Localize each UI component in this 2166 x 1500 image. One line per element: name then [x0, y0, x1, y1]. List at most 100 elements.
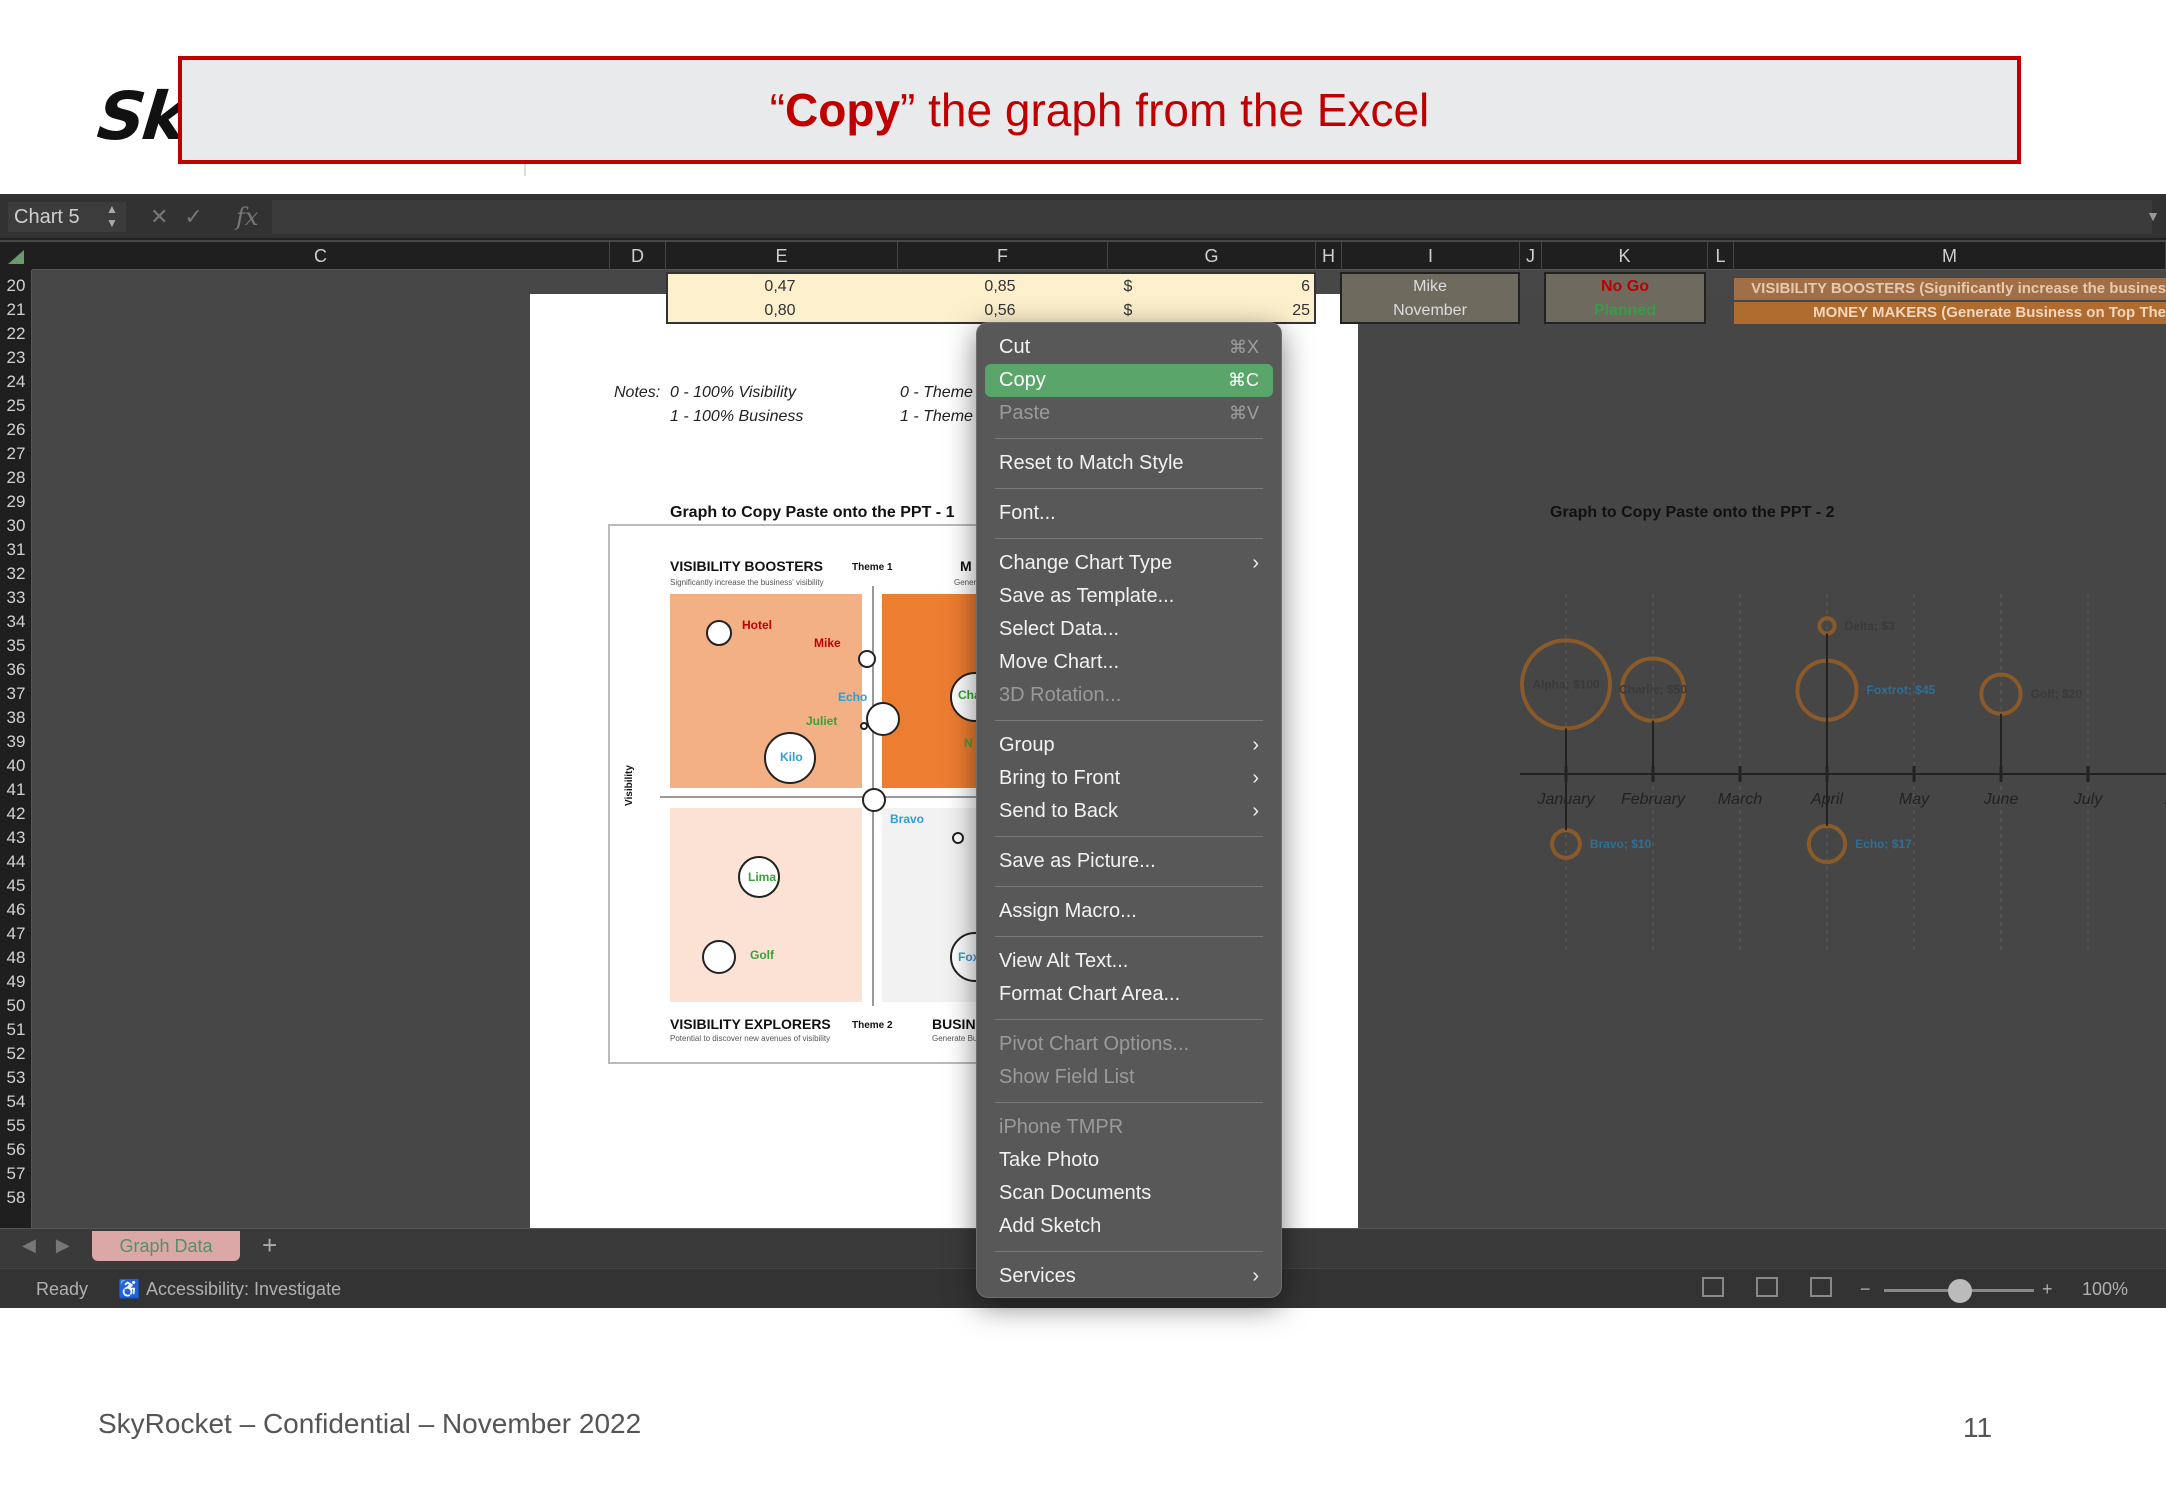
menu-item-take-photo[interactable]: Take Photo	[985, 1144, 1273, 1177]
cell[interactable]: 0,56	[920, 302, 1080, 320]
menu-item-font[interactable]: Font...	[985, 497, 1273, 530]
row-header[interactable]: 49	[0, 970, 32, 994]
row-header[interactable]: 22	[0, 322, 32, 346]
row-header[interactable]: 38	[0, 706, 32, 730]
select-all-corner[interactable]	[0, 242, 32, 270]
formula-cancel-confirm-icons[interactable]: ✕✓	[150, 202, 219, 232]
menu-item-select-data[interactable]: Select Data...	[985, 613, 1273, 646]
row-header[interactable]: 20	[0, 274, 32, 298]
menu-item-assign-macro[interactable]: Assign Macro...	[985, 895, 1273, 928]
row-header[interactable]: 52	[0, 1042, 32, 1066]
zoom-out-icon[interactable]: −	[1860, 1279, 1871, 1300]
menu-item-bring-to-front[interactable]: Bring to Front ›	[985, 762, 1273, 795]
cell[interactable]: 0,85	[920, 278, 1080, 296]
name-box-stepper-icon[interactable]: ▲ ▼	[106, 202, 118, 230]
zoom-in-icon[interactable]: +	[2042, 1279, 2053, 1300]
zoom-slider-knob[interactable]	[1948, 1279, 1972, 1303]
row-header[interactable]: 35	[0, 634, 32, 658]
normal-view-icon[interactable]	[1702, 1277, 1724, 1297]
col-header[interactable]: E	[666, 242, 898, 270]
menu-item-cut[interactable]: Cut ⌘X	[985, 331, 1273, 364]
page-layout-view-icon[interactable]	[1756, 1277, 1778, 1297]
row-header[interactable]: 55	[0, 1114, 32, 1138]
menu-item-save-as-template[interactable]: Save as Template...	[985, 580, 1273, 613]
menu-item-scan-documents[interactable]: Scan Documents	[985, 1177, 1273, 1210]
cell[interactable]: November	[1340, 302, 1520, 320]
row-header[interactable]: 33	[0, 586, 32, 610]
row-header[interactable]: 34	[0, 610, 32, 634]
col-header[interactable]: J	[1520, 242, 1542, 270]
menu-item-view-alt-text[interactable]: View Alt Text...	[985, 945, 1273, 978]
col-header[interactable]: H	[1316, 242, 1342, 270]
row-header[interactable]: 45	[0, 874, 32, 898]
col-header[interactable]: D	[610, 242, 666, 270]
cell[interactable]: 25	[1280, 302, 1310, 320]
quadrant-chart[interactable]: VISIBILITY BOOSTERS Significantly increa…	[608, 524, 1030, 1064]
expand-formula-icon[interactable]: ▼	[2146, 208, 2160, 224]
accessibility-status[interactable]: Accessibility: Investigate	[146, 1279, 341, 1300]
row-header[interactable]: 44	[0, 850, 32, 874]
row-header[interactable]: 21	[0, 298, 32, 322]
col-header[interactable]: L	[1708, 242, 1734, 270]
cell[interactable]: MONEY MAKERS (Generate Business on Top T…	[1740, 304, 2166, 321]
row-header[interactable]: 50	[0, 994, 32, 1018]
accessibility-icon[interactable]: ♿	[118, 1279, 140, 1300]
row-header[interactable]: 42	[0, 802, 32, 826]
col-header[interactable]: K	[1542, 242, 1708, 270]
menu-item-change-chart-type[interactable]: Change Chart Type ›	[985, 547, 1273, 580]
cell[interactable]: $	[1118, 278, 1138, 296]
row-header[interactable]: 24	[0, 370, 32, 394]
cell[interactable]: Planned	[1544, 302, 1706, 320]
sheet-nav-arrows-icon[interactable]: ◀▶	[22, 1235, 90, 1256]
row-header[interactable]: 31	[0, 538, 32, 562]
col-header[interactable]: I	[1342, 242, 1520, 270]
menu-item-reset-to-match-style[interactable]: Reset to Match Style	[985, 447, 1273, 480]
menu-item-add-sketch[interactable]: Add Sketch	[985, 1210, 1273, 1243]
cell[interactable]: $	[1118, 302, 1138, 320]
page-break-view-icon[interactable]	[1810, 1277, 1832, 1297]
formula-input[interactable]	[272, 200, 2152, 234]
add-sheet-icon[interactable]: +	[262, 1229, 277, 1261]
row-header[interactable]: 53	[0, 1066, 32, 1090]
function-icon[interactable]: fx	[236, 202, 258, 232]
row-header[interactable]: 48	[0, 946, 32, 970]
col-header[interactable]: C	[32, 242, 610, 270]
row-header[interactable]: 30	[0, 514, 32, 538]
menu-item-send-to-back[interactable]: Send to Back ›	[985, 795, 1273, 828]
row-header[interactable]: 51	[0, 1018, 32, 1042]
row-header[interactable]: 46	[0, 898, 32, 922]
col-header[interactable]: G	[1108, 242, 1316, 270]
row-header[interactable]: 26	[0, 418, 32, 442]
row-header[interactable]: 39	[0, 730, 32, 754]
timeline-chart[interactable]: JanuaryFebruaryMarchAprilMayJuneJulyAuAl…	[1520, 504, 2166, 964]
cell[interactable]: VISIBILITY BOOSTERS (Significantly incre…	[1740, 280, 2166, 297]
cell[interactable]: 6	[1280, 278, 1310, 296]
col-header[interactable]: M	[1734, 242, 2166, 270]
menu-item-move-chart[interactable]: Move Chart...	[985, 646, 1273, 679]
row-header[interactable]: 58	[0, 1186, 32, 1210]
row-header[interactable]: 36	[0, 658, 32, 682]
row-header[interactable]: 23	[0, 346, 32, 370]
row-header[interactable]: 47	[0, 922, 32, 946]
menu-item-format-chart-area[interactable]: Format Chart Area...	[985, 978, 1273, 1011]
row-header[interactable]: 25	[0, 394, 32, 418]
row-header[interactable]: 37	[0, 682, 32, 706]
cell[interactable]: Mike	[1340, 278, 1520, 296]
row-header[interactable]: 54	[0, 1090, 32, 1114]
row-header[interactable]: 57	[0, 1162, 32, 1186]
row-header[interactable]: 40	[0, 754, 32, 778]
row-header[interactable]: 32	[0, 562, 32, 586]
cell[interactable]: 0,80	[700, 302, 860, 320]
row-header[interactable]: 56	[0, 1138, 32, 1162]
menu-item-copy[interactable]: Copy ⌘C	[985, 364, 1273, 397]
cell[interactable]: 0,47	[700, 278, 860, 296]
cell[interactable]: No Go	[1544, 278, 1706, 296]
row-header[interactable]: 43	[0, 826, 32, 850]
menu-item-services[interactable]: Services ›	[985, 1260, 1273, 1293]
row-header[interactable]: 29	[0, 490, 32, 514]
menu-item-group[interactable]: Group ›	[985, 729, 1273, 762]
row-header[interactable]: 28	[0, 466, 32, 490]
menu-item-save-as-picture[interactable]: Save as Picture...	[985, 845, 1273, 878]
col-header[interactable]: F	[898, 242, 1108, 270]
row-header[interactable]: 41	[0, 778, 32, 802]
